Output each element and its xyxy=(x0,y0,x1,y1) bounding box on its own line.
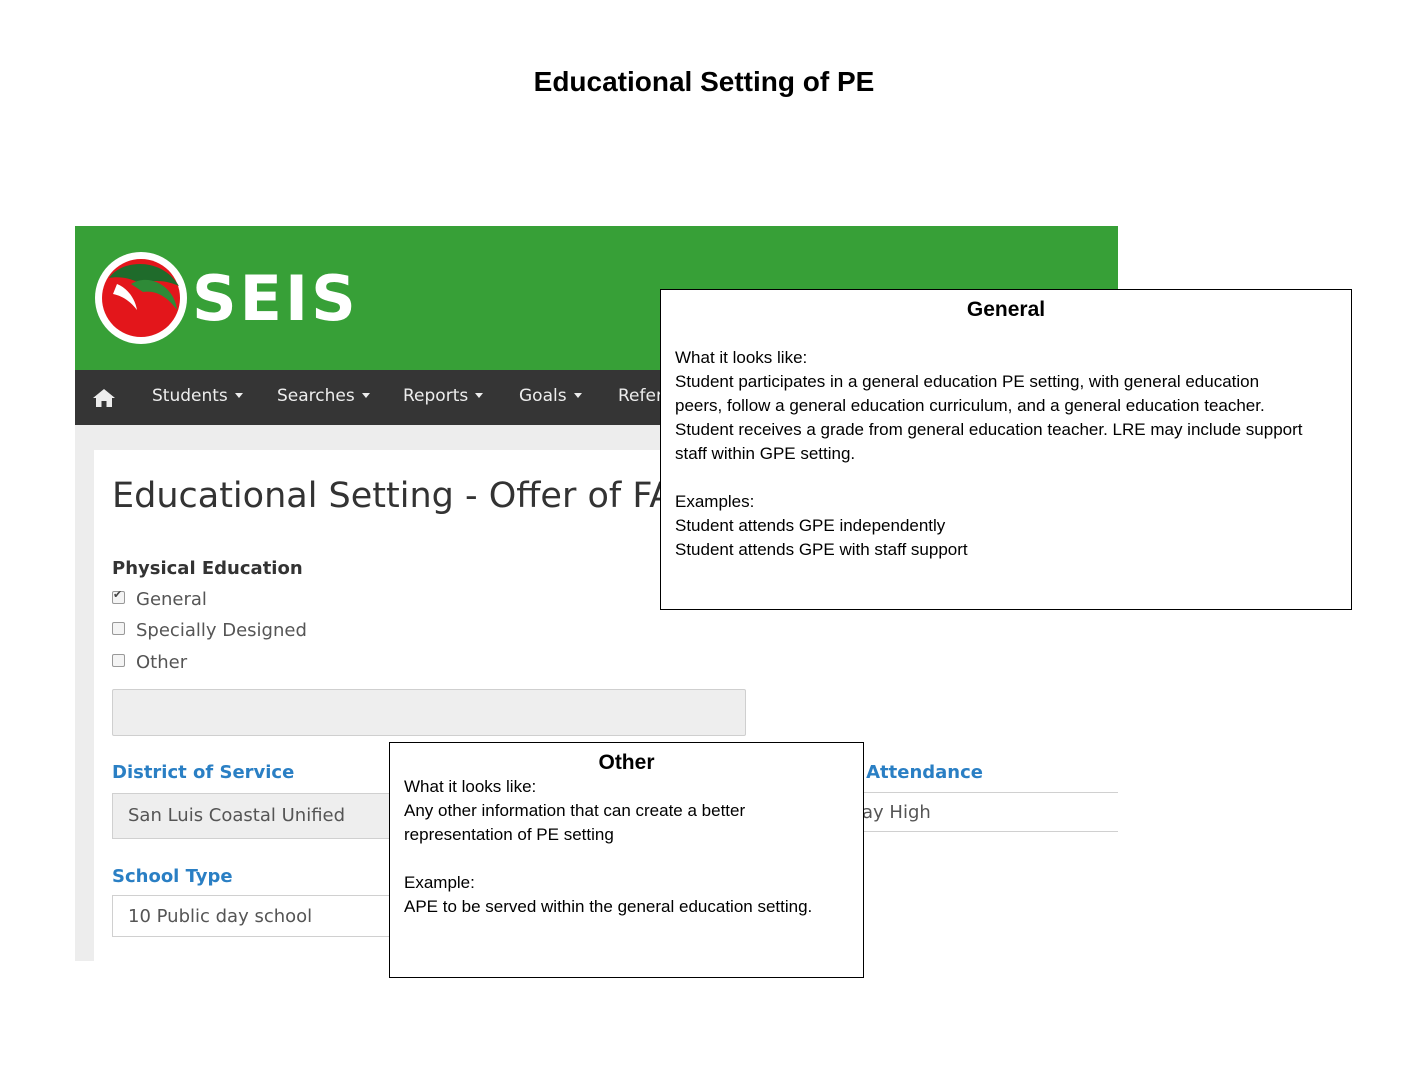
school-type-select[interactable]: 10 Public day school xyxy=(112,895,412,937)
option-general[interactable]: General xyxy=(112,588,207,613)
callout-general-line: staff within GPE setting. xyxy=(675,444,856,463)
callout-other: Other What it looks like: Any other info… xyxy=(389,742,864,978)
callout-general-line: What it looks like: xyxy=(675,348,808,367)
nav-reports[interactable]: Reports xyxy=(403,370,484,425)
callout-other-title: Other xyxy=(598,751,655,774)
callout-other-line: What it looks like: xyxy=(404,777,537,796)
nav-referrals[interactable]: Refer xyxy=(618,370,663,425)
other-description-input[interactable] xyxy=(112,689,746,736)
school-type-label: School Type xyxy=(112,866,233,887)
callout-other-line: representation of PE setting xyxy=(404,825,614,844)
seis-logo-text: SEIS xyxy=(192,262,359,335)
form-title: Educational Setting - Offer of FA xyxy=(112,476,674,516)
district-of-service-select[interactable]: San Luis Coastal Unified xyxy=(112,793,412,839)
callout-general: General What it looks like: Student part… xyxy=(660,289,1352,610)
callout-other-line: Any other information that can create a … xyxy=(404,801,746,820)
callout-other-line: APE to be served within the general educ… xyxy=(404,897,813,916)
nav-searches[interactable]: Searches xyxy=(277,370,370,425)
callout-general-line: Student participates in a general educat… xyxy=(675,372,1260,391)
callout-general-blank xyxy=(675,466,1337,490)
callout-general-title: General xyxy=(966,298,1046,321)
specially-designed-checkbox[interactable] xyxy=(112,622,125,635)
school-of-attendance-field[interactable]: ay High xyxy=(834,792,1118,832)
callout-other-blank xyxy=(404,847,849,871)
callout-general-line: Student attends GPE with staff support xyxy=(675,540,968,559)
option-other[interactable]: Other xyxy=(112,652,187,676)
school-of-attendance-label: f Attendance xyxy=(852,762,983,783)
callout-general-line: Student receives a grade from general ed… xyxy=(675,420,1303,439)
nav-students[interactable]: Students xyxy=(152,370,243,425)
caret-down-icon xyxy=(475,393,484,398)
general-checkbox[interactable] xyxy=(112,588,125,604)
physical-education-label: Physical Education xyxy=(112,558,303,579)
callout-other-line: Example: xyxy=(404,873,475,892)
seis-logo-icon xyxy=(95,252,187,344)
callout-general-line: Student attends GPE independently xyxy=(675,516,946,535)
home-icon[interactable] xyxy=(92,388,116,408)
caret-down-icon xyxy=(573,393,582,398)
page-title: Educational Setting of PE xyxy=(533,66,875,97)
callout-general-line: peers, follow a general education curric… xyxy=(675,396,1265,415)
caret-down-icon xyxy=(361,393,370,398)
nav-goals[interactable]: Goals xyxy=(519,370,582,425)
other-checkbox[interactable] xyxy=(112,654,125,667)
caret-down-icon xyxy=(234,393,243,398)
option-specially-designed[interactable]: Specially Designed xyxy=(112,620,307,644)
callout-general-line: Examples: xyxy=(675,492,755,511)
district-of-service-label: District of Service xyxy=(112,762,295,783)
